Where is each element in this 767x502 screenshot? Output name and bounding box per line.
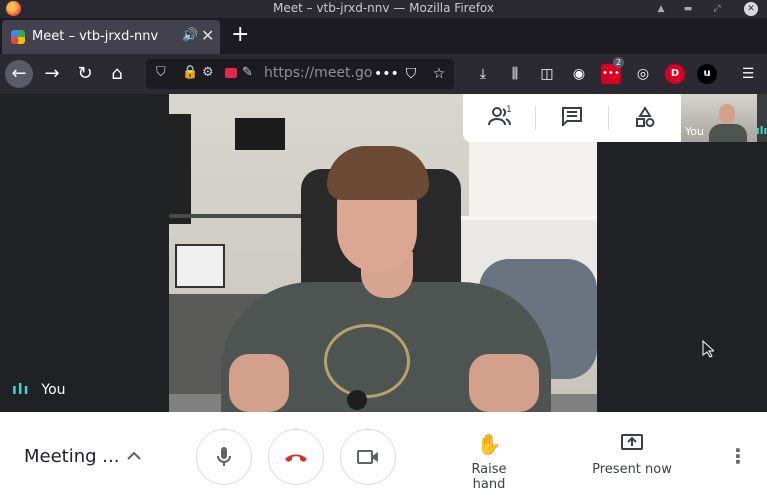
extension-d-icon[interactable]: D [665,64,685,84]
chevron-up-icon[interactable] [126,446,142,465]
mouse-cursor-icon [702,340,714,358]
meeting-controls-bar: Meeting ... ✋ Raise hand Present now ⋮ [0,412,767,502]
camera-button[interactable] [340,429,396,485]
participant-name: You [41,382,66,398]
window-close-button[interactable]: ✕ [744,2,758,16]
present-screen-icon [590,432,674,456]
panel-divider [535,106,536,130]
raise-hand-button[interactable]: ✋ Raise hand [454,432,524,492]
forward-button[interactable]: → [38,60,66,88]
new-tab-button[interactable]: + [231,24,249,46]
video-person-right-arm [469,354,539,412]
microphone-icon [217,447,231,466]
participant-name-label: ılı You [12,382,66,398]
home-button[interactable]: ⌂ [103,60,131,88]
self-view-audio-icon: ılı [756,124,767,137]
self-view-tile[interactable]: You ılı [681,94,767,142]
people-count: 1 [506,105,512,115]
microphone-button[interactable] [196,429,252,485]
video-person-left-arm [229,354,289,412]
present-now-button[interactable]: Present now [590,432,674,477]
extension-ublock-icon[interactable]: u [697,64,717,84]
video-person-hair [327,146,429,200]
extension-badge: 2 [613,57,625,68]
hang-up-icon [285,454,307,462]
raise-hand-icon: ✋ [476,432,502,456]
video-camera-icon [357,450,378,464]
downloads-icon[interactable]: ⤓ [473,64,493,84]
video-shelf [169,214,309,218]
sidebar-icon[interactable]: ◫ [537,64,557,84]
window-minimize-button[interactable]: ▬ [681,2,695,16]
chat-svg [562,107,582,128]
raise-hand-label: Raise hand [471,462,507,492]
camera-sharing-icon[interactable] [225,68,237,78]
video-person-watch [347,390,367,410]
leave-call-button[interactable] [268,429,324,485]
tab-close-button[interactable]: ✕ [201,26,214,45]
self-view-person-shirt [709,124,747,142]
url-text[interactable]: https://meet.go [264,65,372,81]
self-view-person-face [719,104,735,124]
library-icon[interactable]: ⫼ [505,64,525,84]
present-svg [621,434,643,450]
title-bar: Meet – vtb-jrxd-nnv — Mozilla Firefox ▲ … [0,0,767,18]
tab-strip: Meet – vtb-jrxd-nnv 🔊 ✕ + [0,18,767,54]
tab-meet[interactable]: Meet – vtb-jrxd-nnv 🔊 ✕ [2,20,220,54]
window-title: Meet – vtb-jrxd-nnv — Mozilla Firefox [272,1,495,15]
permissions-icon[interactable]: ⚙ [202,65,214,80]
bookmark-star-icon[interactable]: ☆ [429,64,449,84]
back-button[interactable]: ← [5,60,33,88]
pocket-icon[interactable]: ⛉ [401,64,421,84]
video-cabinet [169,114,191,224]
self-view-label: You [685,125,704,138]
chat-icon[interactable] [559,106,585,130]
video-3d-printer [175,244,225,288]
meeting-stage: ılı You 1 You ılı [0,94,767,412]
audio-level-icon: ılı [12,382,30,398]
meeting-details-title[interactable]: Meeting ... [24,446,119,467]
speaker-icon[interactable]: 🔊 [182,28,198,43]
activities-svg [636,106,655,127]
lock-icon[interactable]: 🔒 [182,65,198,80]
window-maximize-button[interactable]: ⤢ [710,2,724,16]
video-monitor [235,118,285,150]
meeting-side-panel-buttons: 1 [463,94,681,142]
panel-divider [608,106,609,130]
hamburger-menu-icon[interactable]: ☰ [738,64,758,84]
google-meet-favicon-icon [11,30,25,44]
account-icon[interactable]: ◉ [569,64,589,84]
more-options-icon[interactable]: ⋮ [728,444,748,468]
extension-globe-icon[interactable]: ◎ [633,64,653,84]
page-actions-button[interactable]: ••• [374,64,399,84]
window-shade-button[interactable]: ▲ [654,2,668,16]
present-now-label: Present now [592,462,672,477]
tab-title: Meet – vtb-jrxd-nnv [32,29,159,44]
reload-button[interactable]: ↻ [71,60,99,88]
tracking-protection-icon[interactable]: ⛉ [156,65,166,80]
firefox-window: Meet – vtb-jrxd-nnv — Mozilla Firefox ▲ … [0,0,767,502]
activities-icon[interactable] [632,106,658,130]
video-shirt-print [324,324,410,398]
chevron-up-svg [127,451,141,460]
navigation-toolbar: ← → ↻ ⌂ ⛉ 🔒 ⚙ ✎ https://meet.go ••• ⛉ ☆ … [0,54,767,94]
screen-share-icon[interactable]: ✎ [242,65,253,80]
